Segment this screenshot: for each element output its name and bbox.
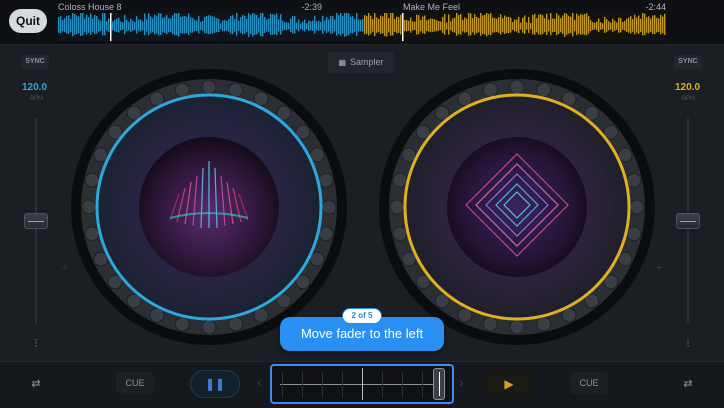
- pause-icon: ❚❚: [204, 377, 226, 391]
- deck-a-remaining-time: -2:39: [301, 2, 322, 12]
- deck-a-bpm-unit: BPM: [30, 96, 44, 102]
- deck-b-remaining-time: -2:44: [645, 2, 666, 12]
- deck-b-jog-wheel[interactable]: [378, 68, 656, 346]
- deck-b-bpm: 120.0: [675, 82, 701, 93]
- deck-b-sync-button[interactable]: SYNC: [674, 55, 702, 69]
- deck-b-bpm-unit: BPM: [682, 96, 696, 102]
- equalizer-icon[interactable]: ⫶: [681, 338, 695, 350]
- top-bar: Quit Coloss House 8 -2:39 Make Me Feel -…: [0, 0, 724, 45]
- deck-a-cue-button[interactable]: CUE: [116, 372, 154, 394]
- deck-a-jog-wheel[interactable]: [70, 68, 348, 346]
- crossfader-tick: [302, 372, 303, 398]
- play-icon: ▶: [504, 377, 514, 391]
- tutorial-step-badge: 2 of 5: [343, 309, 381, 323]
- chevron-right-icon: ›: [459, 374, 464, 390]
- deck-b-pitch-fader[interactable]: [676, 212, 700, 229]
- crossfader-tick: [422, 372, 423, 398]
- crossfader-handle[interactable]: [433, 368, 446, 400]
- deck-b-cue-button[interactable]: CUE: [570, 372, 608, 394]
- deck-a-pitch-fader[interactable]: [24, 212, 48, 229]
- grid-icon: ▦: [338, 58, 347, 67]
- tutorial-tooltip[interactable]: Move fader to the left 2 of 5: [280, 309, 444, 351]
- deck-a-sync-button[interactable]: SYNC: [21, 55, 49, 69]
- deck-b-sliders-icon[interactable]: ⇄: [681, 378, 695, 390]
- deck-b-track-title: Make Me Feel: [403, 2, 461, 12]
- crossfader-tick: [402, 372, 403, 398]
- crossfader-tick: [282, 372, 283, 398]
- crossfader-tick: [322, 372, 323, 398]
- deck-a-bpm: 120.0: [22, 82, 48, 93]
- crossfader-tick: [342, 372, 343, 398]
- chevron-left-icon: ‹: [257, 374, 262, 390]
- sampler-label: Sampler: [350, 57, 384, 67]
- quit-button[interactable]: Quit: [9, 9, 47, 33]
- deck-a-sliders-icon[interactable]: ⇄: [29, 378, 43, 390]
- deck-b-waveform[interactable]: [364, 13, 666, 41]
- deck-b-play-button[interactable]: ▶: [484, 370, 534, 398]
- crossfader-tick: [382, 372, 383, 398]
- deck-a-track-title: Coloss House 8: [58, 2, 122, 12]
- equalizer-icon[interactable]: ⫶: [29, 338, 43, 350]
- deck-a-waveform[interactable]: [58, 13, 364, 41]
- crossfader[interactable]: [270, 364, 454, 404]
- deck-a-pause-button[interactable]: ❚❚: [190, 370, 240, 398]
- crossfader-center-mark: [362, 368, 363, 400]
